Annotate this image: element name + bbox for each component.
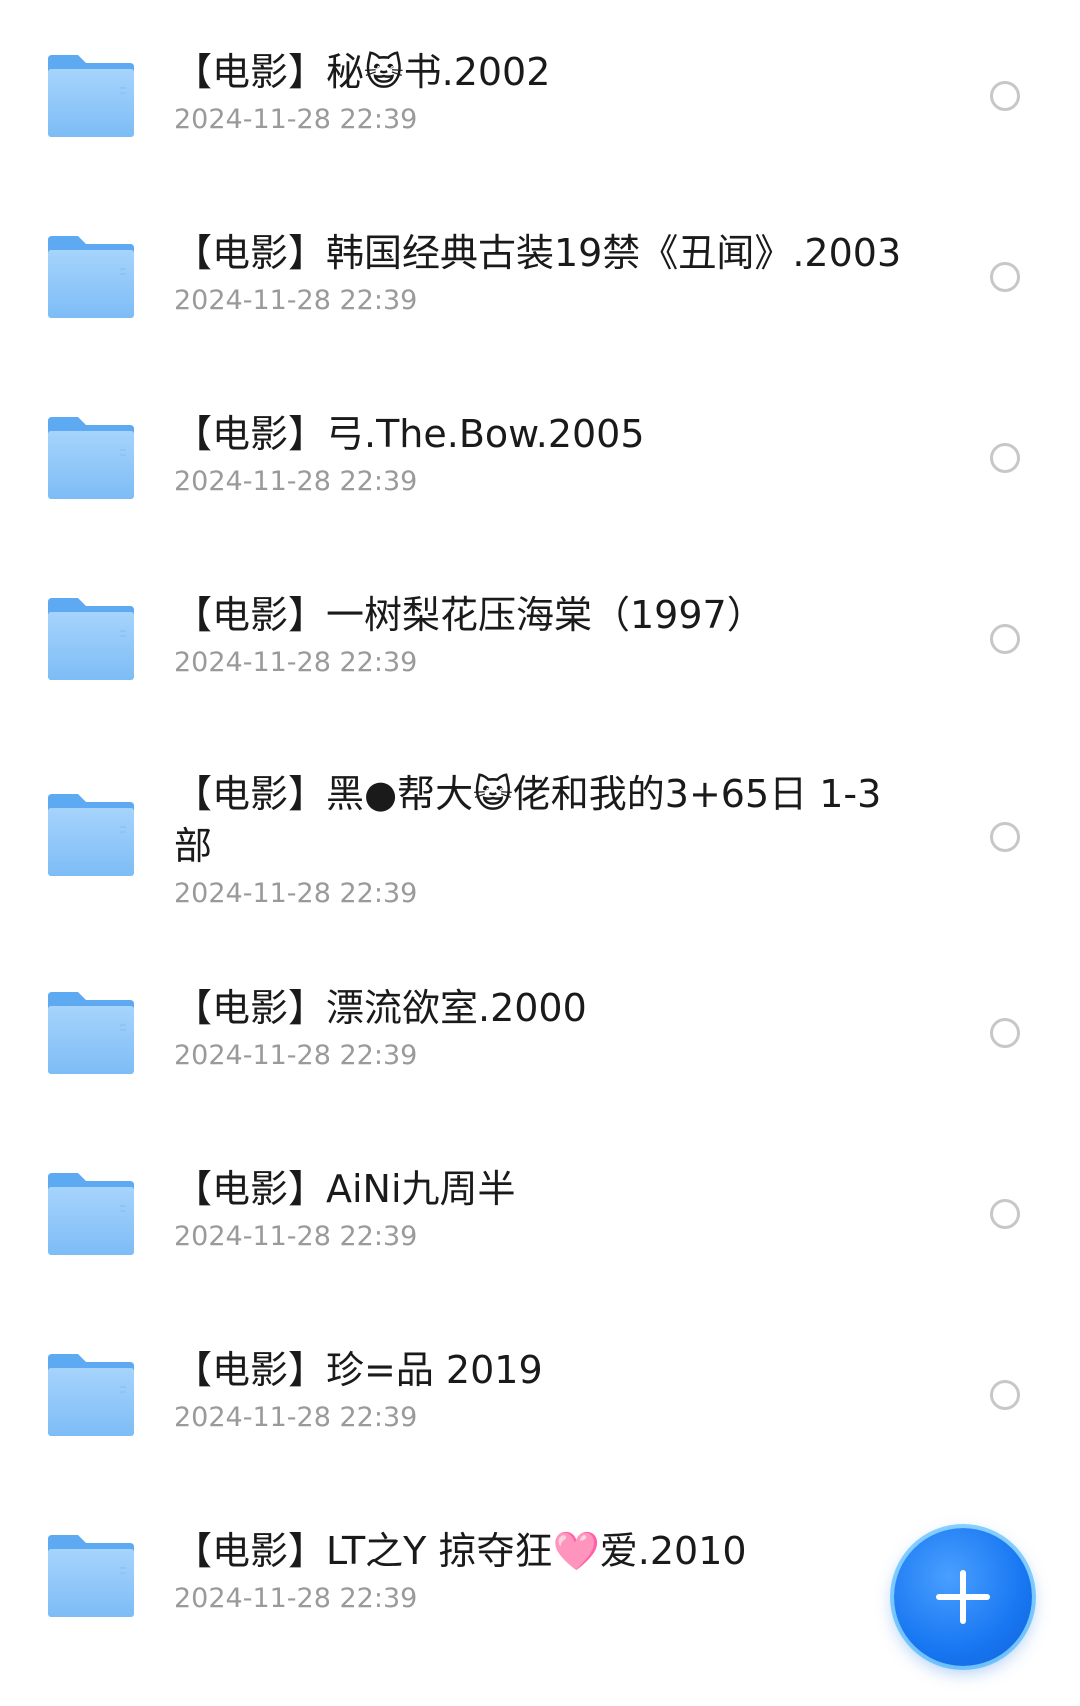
file-row[interactable]: 【电影】一树梨花压海棠（1997） 2024-11-28 22:39 xyxy=(0,553,1080,734)
file-title: 【电影】韩国经典古装19禁《丑闻》.2003 xyxy=(174,231,902,275)
file-date: 2024-11-28 22:39 xyxy=(174,285,418,316)
radio-unchecked-icon[interactable] xyxy=(990,443,1020,473)
file-date: 2024-11-28 22:39 xyxy=(174,1040,418,1071)
file-row[interactable]: 【电影】漂流欲室.2000 2024-11-28 22:39 xyxy=(0,982,1080,1163)
file-row[interactable]: 【电影】AiNi九周半 2024-11-28 22:39 xyxy=(0,1163,1080,1344)
radio-unchecked-icon[interactable] xyxy=(990,1018,1020,1048)
folder-icon xyxy=(48,1354,134,1436)
folder-icon xyxy=(48,417,134,499)
file-title: 【电影】弓.The.Bow.2005 xyxy=(174,412,645,456)
radio-unchecked-icon[interactable] xyxy=(990,81,1020,111)
file-date: 2024-11-28 22:39 xyxy=(174,878,418,909)
radio-unchecked-icon[interactable] xyxy=(990,822,1020,852)
file-row[interactable]: 【电影】韩国经典古装19禁《丑闻》.2003 2024-11-28 22:39 xyxy=(0,191,1080,372)
file-title: 【电影】LT之Y 掠夺狂🩷爱.2010 xyxy=(174,1529,747,1573)
file-title: 【电影】秘😺书.2002 xyxy=(174,50,551,94)
file-title: 【电影】一树梨花压海棠（1997） xyxy=(174,593,765,637)
plus-icon xyxy=(936,1570,990,1624)
radio-unchecked-icon[interactable] xyxy=(990,262,1020,292)
add-button[interactable] xyxy=(894,1528,1032,1666)
folder-icon xyxy=(48,1173,134,1255)
radio-unchecked-icon[interactable] xyxy=(990,1380,1020,1410)
file-row[interactable]: 【电影】秘😺书.2002 2024-11-28 22:39 xyxy=(0,10,1080,191)
file-title: 【电影】漂流欲室.2000 xyxy=(174,986,587,1030)
file-date: 2024-11-28 22:39 xyxy=(174,1221,418,1252)
file-title: 【电影】AiNi九周半 xyxy=(174,1167,516,1211)
file-row[interactable]: 【电影】黑●帮大😺佬和我的3+65日 1-3部 2024-11-28 22:39 xyxy=(0,752,1080,948)
radio-unchecked-icon[interactable] xyxy=(990,1199,1020,1229)
file-title: 【电影】珍=品 2019 xyxy=(174,1348,543,1392)
file-row[interactable]: 【电影】弓.The.Bow.2005 2024-11-28 22:39 xyxy=(0,372,1080,553)
file-date: 2024-11-28 22:39 xyxy=(174,1402,418,1433)
file-row[interactable]: 【电影】珍=品 2019 2024-11-28 22:39 xyxy=(0,1344,1080,1525)
file-date: 2024-11-28 22:39 xyxy=(174,466,418,497)
folder-icon xyxy=(48,598,134,680)
folder-icon xyxy=(48,236,134,318)
file-date: 2024-11-28 22:39 xyxy=(174,647,418,678)
folder-icon xyxy=(48,55,134,137)
radio-unchecked-icon[interactable] xyxy=(990,624,1020,654)
file-title: 【电影】黑●帮大😺佬和我的3+65日 1-3部 xyxy=(174,772,882,868)
folder-icon xyxy=(48,794,134,876)
folder-icon xyxy=(48,1535,134,1617)
file-date: 2024-11-28 22:39 xyxy=(174,1583,418,1614)
file-date: 2024-11-28 22:39 xyxy=(174,104,418,135)
folder-icon xyxy=(48,992,134,1074)
